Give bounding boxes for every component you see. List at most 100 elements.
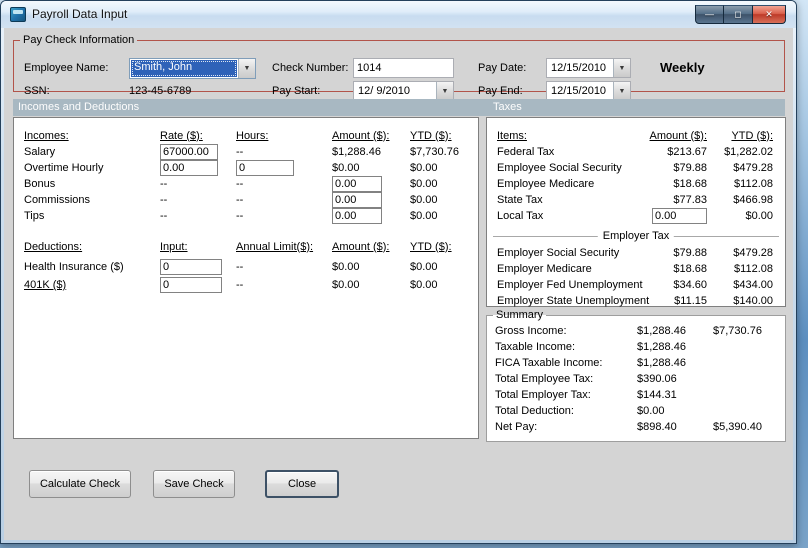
row-ytd: $479.28 xyxy=(733,162,773,174)
row-ytd: $112.08 xyxy=(734,263,773,275)
section-band: Incomes and Deductions Taxes xyxy=(13,99,785,116)
tips-rate: -- xyxy=(160,210,168,222)
summary-row: Total Deduction: $0.00 xyxy=(487,403,785,419)
taxes-header-row: Items: Amount ($): YTD ($): xyxy=(487,127,785,144)
bonus-ytd: $0.00 xyxy=(410,178,438,190)
check-number-input[interactable] xyxy=(353,58,454,78)
chevron-down-icon[interactable]: ▼ xyxy=(238,59,255,78)
income-row-overtime: Overtime Hourly $0.00 $0.00 xyxy=(14,160,478,176)
commissions-amount-input[interactable] xyxy=(332,192,382,208)
pay-end-picker[interactable]: 12/15/2010 ▼ xyxy=(546,81,631,101)
row-amount: $11.15 xyxy=(674,295,707,307)
row-label: State Tax xyxy=(497,194,543,206)
bonus-amount-input[interactable] xyxy=(332,176,382,192)
save-check-button[interactable]: Save Check xyxy=(153,470,235,498)
ssn-value: 123-45-6789 xyxy=(129,85,192,97)
bonus-hours: -- xyxy=(236,178,244,190)
calculate-check-button[interactable]: Calculate Check xyxy=(29,470,131,498)
tips-hours: -- xyxy=(236,210,244,222)
row-label: Employer State Unemployment xyxy=(497,295,650,307)
maximize-button[interactable]: ◻ xyxy=(724,5,753,24)
tax-row: Employer Medicare $18.68 $112.08 xyxy=(487,261,785,277)
401k-ytd: $0.00 xyxy=(410,279,438,291)
tax-row: Employer Social Security $79.88 $479.28 xyxy=(487,245,785,261)
rate-col-header: Rate ($): xyxy=(160,129,203,142)
pay-date-picker[interactable]: 12/15/2010 ▼ xyxy=(546,58,631,78)
ytd-col-header: YTD ($): xyxy=(410,240,452,253)
401k-input[interactable] xyxy=(160,277,222,293)
bonus-rate: -- xyxy=(160,178,168,190)
pay-start-picker[interactable]: 12/ 9/2010 ▼ xyxy=(353,81,454,101)
row-amount: $79.88 xyxy=(673,247,707,259)
amount-col-header: Amount ($): xyxy=(649,129,707,142)
hours-col-header: Hours: xyxy=(236,129,269,142)
health-limit: -- xyxy=(236,261,244,273)
chevron-down-icon[interactable]: ▼ xyxy=(613,59,630,77)
salary-rate-input[interactable] xyxy=(160,144,218,160)
overtime-hours-input[interactable] xyxy=(236,160,294,176)
close-window-button[interactable]: ✕ xyxy=(753,5,786,24)
summary-row-net-pay: Net Pay: $898.40 $5,390.40 xyxy=(487,419,785,435)
tips-amount-input[interactable] xyxy=(332,208,382,224)
employee-name-label: Employee Name: xyxy=(24,62,109,74)
pay-end-label: Pay End: xyxy=(478,85,523,97)
row-ytd: $466.98 xyxy=(733,194,773,206)
row-label: Bonus xyxy=(24,178,56,190)
chevron-down-icon[interactable]: ▼ xyxy=(613,82,630,100)
ssn-label: SSN: xyxy=(24,85,50,97)
pay-end-value: 12/15/2010 xyxy=(551,85,607,97)
row-label: Local Tax xyxy=(497,210,544,222)
salary-hours: -- xyxy=(236,146,244,158)
row-ytd: $434.00 xyxy=(733,279,773,291)
tax-row: Federal Tax $213.67 $1,282.02 xyxy=(487,144,785,160)
employer-tax-header: Employer Tax xyxy=(597,230,675,242)
row-amount: $18.68 xyxy=(673,263,707,275)
commissions-ytd: $0.00 xyxy=(410,194,438,206)
income-row-tips: Tips -- -- $0.00 xyxy=(14,208,478,224)
annual-limit-col-header: Annual Limit($): xyxy=(236,240,314,253)
overtime-amount: $0.00 xyxy=(332,162,360,174)
local-tax-input[interactable] xyxy=(652,208,707,224)
ytd-col-header: YTD ($): xyxy=(731,129,773,142)
summary-row: Total Employer Tax: $144.31 xyxy=(487,387,785,403)
health-ytd: $0.00 xyxy=(410,261,438,273)
app-icon xyxy=(10,7,26,22)
employer-tax-separator: Employer Tax xyxy=(493,230,779,243)
employee-name-selected: Smith, John xyxy=(131,60,237,77)
paycheck-info-legend: Pay Check Information xyxy=(23,34,135,46)
row-ytd: $1,282.02 xyxy=(724,146,773,158)
401k-link[interactable]: 401K ($) xyxy=(24,279,160,291)
row-amount: $898.40 xyxy=(637,421,677,433)
window-controls: — ◻ ✕ xyxy=(695,5,786,24)
pay-date-value: 12/15/2010 xyxy=(551,62,607,74)
deductions-col-header: Deductions: xyxy=(24,240,83,253)
titlebar[interactable]: Payroll Data Input — ◻ ✕ xyxy=(1,1,796,28)
row-label: Employer Fed Unemployment xyxy=(497,279,643,291)
row-ytd: $7,730.76 xyxy=(713,325,762,337)
payroll-window: Payroll Data Input — ◻ ✕ Pay Check Infor… xyxy=(0,0,797,544)
tax-row: State Tax $77.83 $466.98 xyxy=(487,192,785,208)
close-button[interactable]: Close xyxy=(265,470,339,498)
input-col-header: Input: xyxy=(160,240,188,253)
salary-amount: $1,288.46 xyxy=(332,146,381,158)
row-ytd: $479.28 xyxy=(733,247,773,259)
minimize-button[interactable]: — xyxy=(695,5,724,24)
health-insurance-input[interactable] xyxy=(160,259,222,275)
tax-row: Employer Fed Unemployment $34.60 $434.00 xyxy=(487,277,785,293)
row-label: Net Pay: xyxy=(495,421,538,433)
deduction-row-health-insurance: Health Insurance ($) -- $0.00 $0.00 xyxy=(14,258,478,276)
employee-name-combobox[interactable]: Smith, John ▼ xyxy=(129,58,256,79)
form-client-area: Pay Check Information Employee Name: Smi… xyxy=(4,28,793,540)
income-row-bonus: Bonus -- -- $0.00 xyxy=(14,176,478,192)
commissions-rate: -- xyxy=(160,194,168,206)
items-col-header: Items: xyxy=(497,129,527,142)
row-label: Overtime Hourly xyxy=(24,162,104,174)
pay-date-label: Pay Date: xyxy=(478,62,527,74)
deductions-header-row: Deductions: Input: Annual Limit($): Amou… xyxy=(14,238,478,255)
chevron-down-icon[interactable]: ▼ xyxy=(436,82,453,100)
row-amount: $213.67 xyxy=(667,146,707,158)
overtime-rate-input[interactable] xyxy=(160,160,218,176)
row-ytd: $5,390.40 xyxy=(713,421,762,433)
summary-row: FICA Taxable Income: $1,288.46 xyxy=(487,355,785,371)
salary-ytd: $7,730.76 xyxy=(410,146,459,158)
